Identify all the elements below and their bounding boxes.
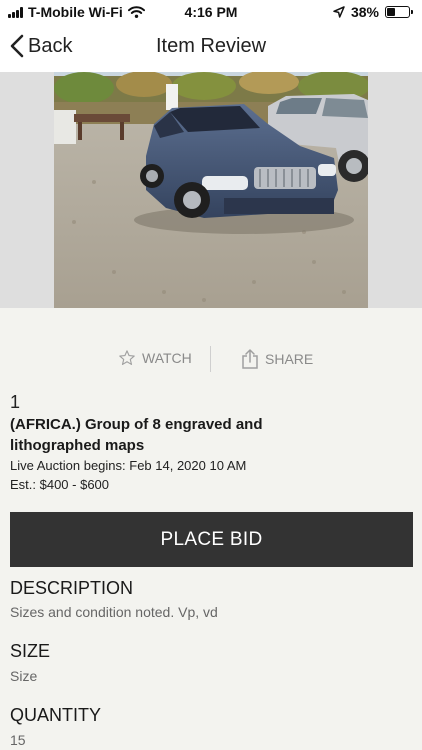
description-heading: DESCRIPTION	[10, 578, 134, 598]
navigation-bar: Back Item Review	[0, 24, 422, 72]
item-photo[interactable]	[54, 72, 368, 308]
battery-icon	[385, 6, 413, 18]
battery-percent: 38%	[350, 4, 379, 20]
back-button[interactable]: Back	[10, 34, 72, 58]
watch-label: WATCH	[142, 350, 192, 366]
chevron-left-icon	[10, 34, 24, 58]
lot-title: (AFRICA.) Group of 8 engraved and lithog…	[10, 416, 263, 454]
location-arrow-icon	[333, 6, 345, 18]
size-text: Size	[10, 668, 38, 684]
car-photo-illustration	[54, 72, 368, 308]
size-heading: SIZE	[10, 641, 51, 661]
item-actions: WATCH SHARE	[0, 342, 422, 376]
estimate: Est.: $400 - $600	[10, 477, 110, 492]
quantity-text: 15	[10, 732, 26, 748]
share-icon	[242, 349, 258, 369]
watch-button[interactable]: WATCH	[118, 349, 192, 367]
lot-number: 1	[10, 392, 21, 412]
status-right: 38%	[333, 4, 413, 20]
quantity-heading: QUANTITY	[10, 705, 102, 725]
actions-divider	[210, 346, 211, 372]
status-bar: T-Mobile Wi-Fi 4:16 PM 38%	[0, 0, 422, 24]
place-bid-button[interactable]: PLACE BID	[10, 512, 413, 567]
item-image-area	[0, 72, 422, 308]
battery-level	[387, 8, 395, 16]
star-icon	[119, 350, 135, 366]
share-label: SHARE	[265, 351, 314, 367]
auction-date: Live Auction begins: Feb 14, 2020 10 AM	[10, 458, 247, 473]
description-text: Sizes and condition noted. Vp, vd	[10, 604, 218, 620]
back-label: Back	[28, 34, 73, 57]
share-button[interactable]: SHARE	[241, 349, 313, 369]
